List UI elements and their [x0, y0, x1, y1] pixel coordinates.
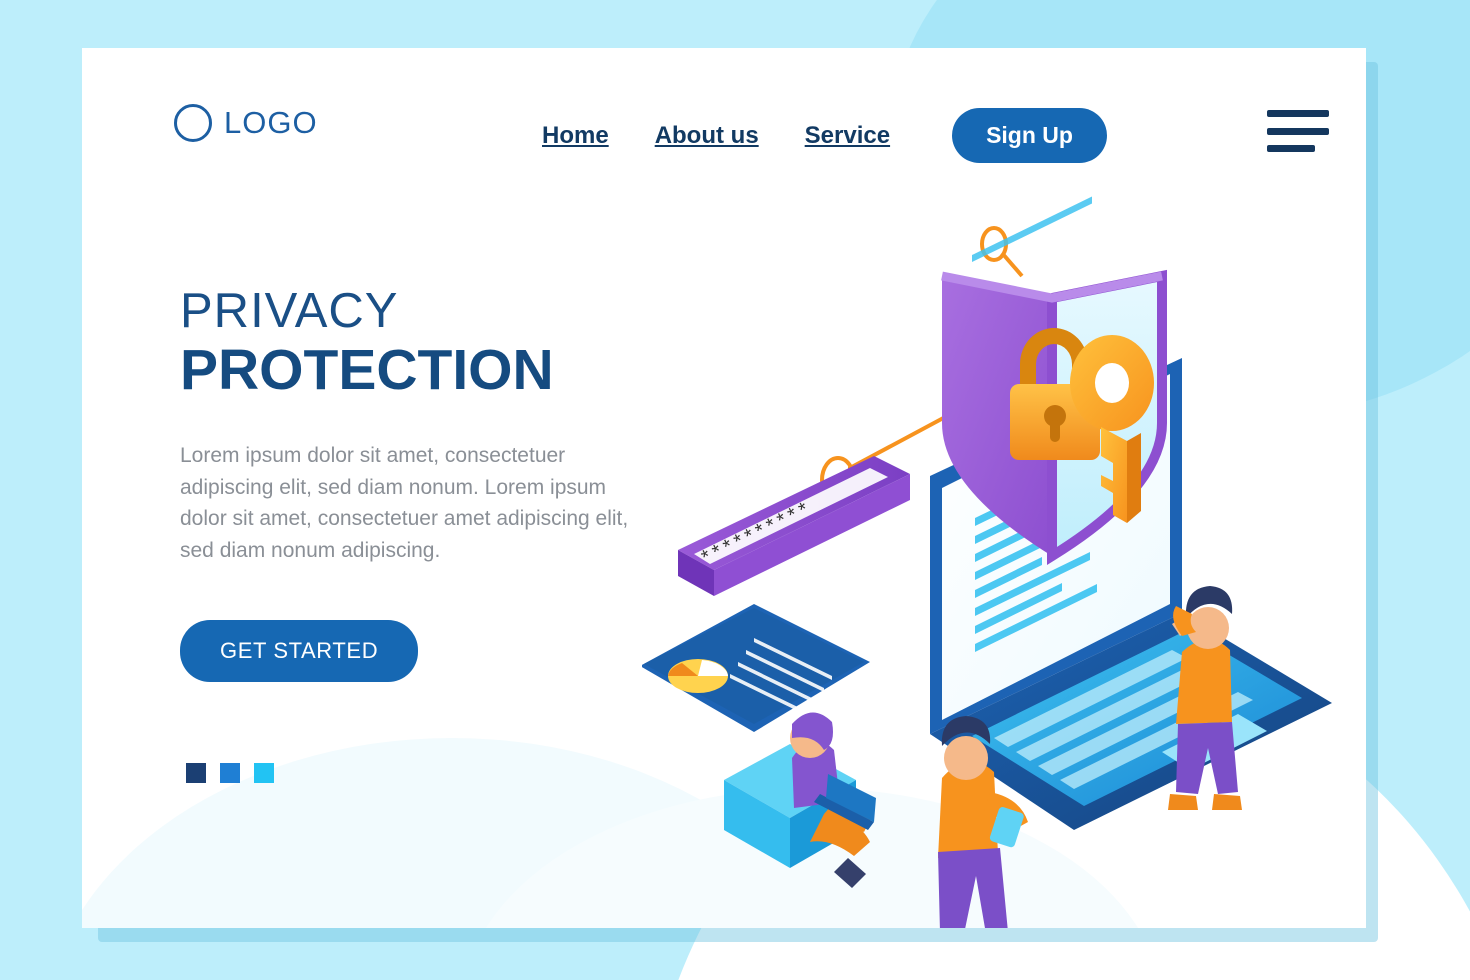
pie-chart-card: [642, 604, 870, 732]
hamburger-bar-2: [1267, 127, 1329, 135]
nav-item-service[interactable]: Service: [805, 122, 890, 150]
logo[interactable]: LOGO: [174, 104, 318, 142]
pie-chart: [668, 659, 728, 693]
carousel-dot-3[interactable]: [254, 763, 274, 783]
hamburger-menu-icon[interactable]: [1267, 110, 1329, 152]
nav-item-about-us[interactable]: About us: [655, 122, 759, 150]
page-title-line-1: PRIVACY: [180, 284, 399, 338]
person-sitting-with-laptop: [724, 712, 876, 888]
person-pointing: [1168, 586, 1242, 810]
carousel-dot-2[interactable]: [220, 763, 240, 783]
hero-description: Lorem ipsum dolor sit amet, consectetuer…: [180, 444, 629, 562]
isometric-privacy-protection-illustration: **********: [642, 158, 1362, 928]
main-navigation: Home About us Service Sign Up: [542, 108, 1107, 163]
hamburger-bar-3: [1267, 145, 1315, 152]
circle-outline-icon: [174, 104, 212, 142]
hamburger-bar-1: [1267, 110, 1329, 117]
get-started-button[interactable]: GET STARTED: [180, 620, 419, 682]
logo-text: LOGO: [224, 105, 318, 140]
sign-up-button[interactable]: Sign Up: [952, 108, 1107, 163]
carousel-dot-1[interactable]: [186, 763, 206, 783]
carousel-dots: [186, 763, 274, 783]
password-input-bar: **********: [678, 456, 910, 596]
landing-page-card: LOGO Home About us Service Sign Up PRIVA…: [82, 48, 1366, 928]
nav-item-home[interactable]: Home: [542, 122, 609, 150]
page-title-line-2: PROTECTION: [180, 337, 554, 402]
hero-text-block: PRIVACY PROTECTION Lorem ipsum dolor sit…: [180, 284, 660, 566]
